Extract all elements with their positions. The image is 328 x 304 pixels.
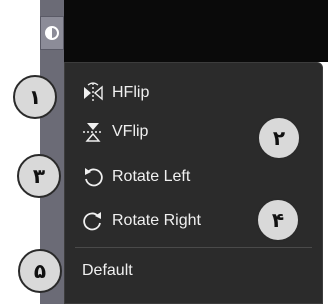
half-circle-icon [45,26,59,40]
context-menu: HFlip VFlip Rotate Left Rotate Right Def… [64,62,323,304]
menu-item-default[interactable]: Default [65,253,322,289]
toolbar-tool-button[interactable] [40,16,64,50]
menu-item-label: VFlip [112,123,149,140]
menu-item-hflip[interactable]: HFlip [65,75,322,111]
vflip-icon [82,121,104,143]
annotation-badge: ۲ [257,116,301,160]
menu-item-label: Rotate Left [112,168,191,185]
annotation-badge: ۵ [18,249,62,293]
hflip-icon [82,82,104,104]
annotation-badge: ۱ [13,75,57,119]
app-background [40,0,328,62]
menu-item-label: Rotate Right [112,212,201,229]
annotation-badge: ۴ [256,198,300,242]
rotate-right-icon [82,210,104,232]
menu-item-label: HFlip [112,84,150,101]
annotation-badge: ۳ [17,154,61,198]
menu-item-rotate-left[interactable]: Rotate Left [65,159,322,195]
rotate-left-icon [82,166,104,188]
menu-separator [75,247,312,248]
menu-item-label: Default [82,262,133,279]
